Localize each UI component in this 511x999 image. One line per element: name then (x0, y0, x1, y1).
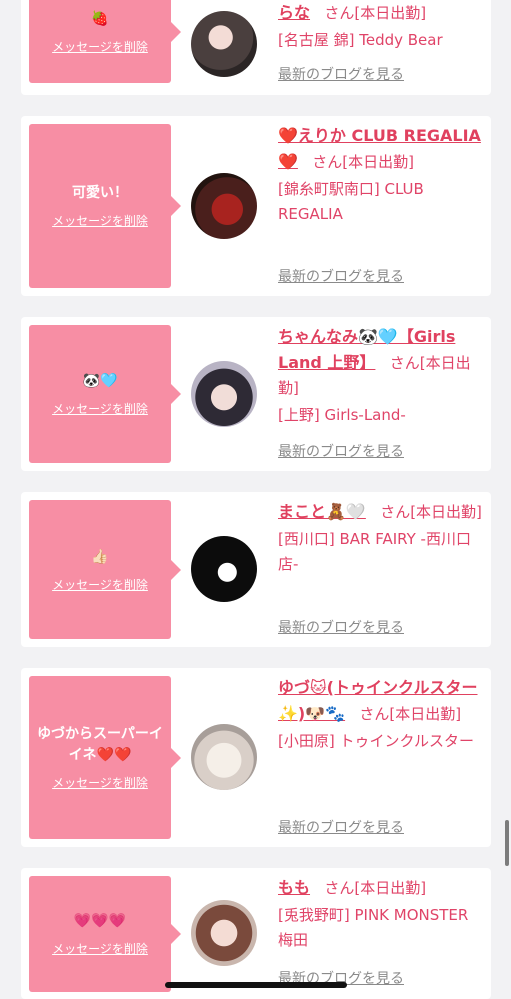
shop-name: [名古屋 錦] Teddy Bear (278, 31, 443, 49)
status-badge: [本日出勤] (389, 705, 462, 723)
message-bubble: 可愛い！ メッセージを削除 (29, 124, 181, 288)
home-indicator[interactable] (165, 982, 347, 988)
message-card: 💗💗💗 メッセージを削除 もも さん[本日出勤] [兎我野町] PINK MON… (21, 868, 491, 999)
message-card: 👍🏻 メッセージを削除 まこと🧸🤍 さん[本日出勤] [西川口] BAR FAI… (21, 492, 491, 647)
message-feed: 🍓 メッセージを削除 らな さん[本日出勤] [名古屋 錦] Teddy Bea… (0, 0, 511, 999)
message-card: 🐼🩵 メッセージを削除 ちゃんなみ🐼🩵【Girls Land 上野】 さん[本日… (21, 317, 491, 471)
avatar[interactable] (191, 536, 257, 602)
message-text: 💗💗💗 (73, 913, 127, 929)
avatar[interactable] (191, 361, 257, 427)
message-bubble: 🍓 メッセージを削除 (29, 0, 181, 83)
message-bubble: 👍🏻 メッセージを削除 (29, 500, 181, 639)
message-bubble: ゆづからスーパーイイネ❤️❤️ メッセージを削除 (29, 676, 181, 839)
cast-name-link[interactable]: もも (278, 878, 310, 897)
message-text: ゆづからスーパーイイネ❤️❤️ (37, 726, 163, 763)
shop-name: [西川口] BAR FAIRY -西川口店- (278, 530, 471, 573)
delete-message-link[interactable]: メッセージを削除 (52, 774, 148, 791)
cast-name-link[interactable]: まこと🧸🤍 (278, 502, 366, 521)
shop-name: [上野] Girls-Land- (278, 406, 406, 424)
message-bubble: 🐼🩵 メッセージを削除 (29, 325, 181, 463)
message-text: 🐼🩵 (82, 373, 118, 389)
latest-blog-link[interactable]: 最新のブログを見る (278, 64, 404, 84)
honorific: さん[本日出勤] (312, 153, 414, 171)
delete-message-link[interactable]: メッセージを削除 (52, 212, 148, 229)
delete-message-link[interactable]: メッセージを削除 (52, 940, 148, 957)
status-badge: [本日出勤] (354, 4, 427, 22)
honorific: さん[本日出勤] (324, 4, 427, 22)
honorific: さん[本日出勤] (324, 879, 427, 897)
status-badge: [本日出勤] (410, 503, 482, 521)
avatar[interactable] (191, 173, 257, 239)
latest-blog-link[interactable]: 最新のブログを見る (278, 266, 404, 286)
delete-message-link[interactable]: メッセージを削除 (52, 576, 148, 593)
avatar[interactable] (191, 11, 257, 77)
avatar[interactable] (191, 724, 257, 790)
honorific: さん[本日出勤] (359, 705, 462, 723)
status-badge: [本日出勤] (354, 879, 427, 897)
shop-name: [小田原] トゥインクルスター (278, 732, 475, 750)
avatar[interactable] (191, 900, 257, 966)
status-badge: [本日出勤] (342, 153, 414, 171)
cast-name-link[interactable]: らな (278, 3, 310, 22)
message-text: 👍🏻 (91, 548, 109, 565)
shop-name: [錦糸町駅南口] CLUB REGALIA (278, 180, 424, 223)
latest-blog-link[interactable]: 最新のブログを見る (278, 441, 404, 461)
latest-blog-link[interactable]: 最新のブログを見る (278, 817, 404, 837)
delete-message-link[interactable]: メッセージを削除 (52, 400, 148, 417)
message-card: ゆづからスーパーイイネ❤️❤️ メッセージを削除 ゆづ🐱(トゥインクルスター✨)… (21, 668, 491, 847)
shop-name: [兎我野町] PINK MONSTER梅田 (278, 906, 469, 949)
message-bubble: 💗💗💗 メッセージを削除 (29, 876, 181, 992)
delete-message-link[interactable]: メッセージを削除 (52, 38, 148, 55)
message-text: 🍓 (91, 10, 109, 27)
scrollbar[interactable] (505, 820, 509, 866)
latest-blog-link[interactable]: 最新のブログを見る (278, 617, 404, 637)
honorific: さん[本日出勤] (380, 503, 482, 521)
message-card: 可愛い！ メッセージを削除 ❤️えりか CLUB REGALIA❤️ さん[本日… (21, 116, 491, 296)
message-text: 可愛い！ (72, 185, 128, 201)
message-card: 🍓 メッセージを削除 らな さん[本日出勤] [名古屋 錦] Teddy Bea… (21, 0, 491, 95)
